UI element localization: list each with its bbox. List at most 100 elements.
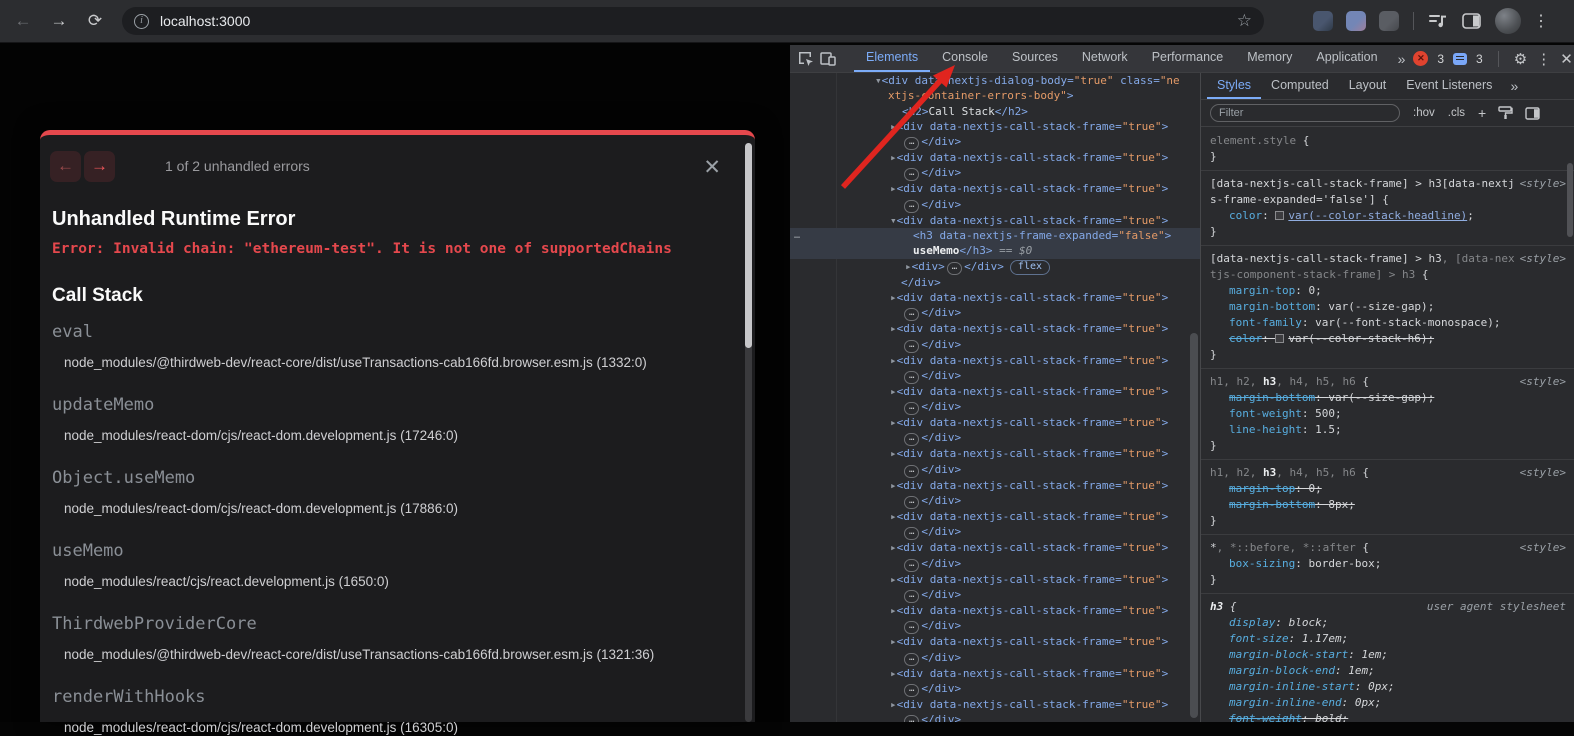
dom-tree-line[interactable]: ▸<div data-nextjs-call-stack-frame="true… xyxy=(790,603,1200,618)
css-property[interactable]: margin-top: 0; xyxy=(1210,283,1566,299)
dom-tree-line[interactable]: …</div> xyxy=(790,524,1200,540)
dom-tree-line[interactable]: ▸<div data-nextjs-call-stack-frame="true… xyxy=(790,384,1200,399)
rule-origin-link[interactable]: <style> xyxy=(1520,540,1566,556)
css-property[interactable]: margin-inline-end: 0px; xyxy=(1210,695,1566,711)
collapsed-content-ellipsis-icon[interactable]: … xyxy=(904,137,919,150)
dom-tree-line[interactable]: ▸<div data-nextjs-call-stack-frame="true… xyxy=(790,415,1200,430)
computed-sidebar-toggle[interactable] xyxy=(1525,107,1540,120)
collapsed-content-ellipsis-icon[interactable]: … xyxy=(904,496,919,509)
extension-icon[interactable] xyxy=(1346,11,1366,31)
dom-tree-line[interactable]: …<h3 data-nextjs-frame-expanded="false"> xyxy=(790,228,1200,243)
styles-tab-event-listeners[interactable]: Event Listeners xyxy=(1396,73,1502,99)
collapsed-content-ellipsis-icon[interactable]: … xyxy=(947,262,962,275)
style-rule[interactable]: <style>h1, h2, h3, h4, h5, h6 {margin-bo… xyxy=(1201,369,1574,460)
pseudo-state-toggle[interactable]: :hov xyxy=(1413,107,1435,119)
devtools-tab-elements[interactable]: Elements xyxy=(854,45,930,72)
collapsed-content-ellipsis-icon[interactable]: … xyxy=(904,402,919,415)
collapsed-content-ellipsis-icon[interactable]: … xyxy=(904,308,919,321)
color-swatch[interactable] xyxy=(1275,334,1284,343)
dom-tree-line[interactable]: ▸<div data-nextjs-call-stack-frame="true… xyxy=(790,353,1200,368)
devtools-tab-network[interactable]: Network xyxy=(1070,45,1140,72)
site-info-icon[interactable]: i xyxy=(134,14,149,29)
css-property[interactable]: font-size: 1.17em; xyxy=(1210,631,1566,647)
collapsed-content-ellipsis-icon[interactable]: … xyxy=(904,715,919,722)
rule-origin-link[interactable]: <style> xyxy=(1520,251,1566,267)
new-style-rule-button[interactable]: + xyxy=(1478,105,1486,121)
styles-filter-input[interactable] xyxy=(1210,104,1400,122)
dom-tree-line[interactable]: …</div> xyxy=(790,134,1200,150)
devtools-tab-memory[interactable]: Memory xyxy=(1235,45,1304,72)
dom-tree-line[interactable]: ▸<div data-nextjs-call-stack-frame="true… xyxy=(790,572,1200,587)
dom-tree-line[interactable]: ▸<div data-nextjs-call-stack-frame="true… xyxy=(790,697,1200,712)
css-property[interactable]: display: block; xyxy=(1210,615,1566,631)
extension-icon[interactable] xyxy=(1379,11,1399,31)
dom-tree-line[interactable]: xtjs-container-errors-body"> xyxy=(790,88,1200,103)
css-property[interactable]: margin-block-start: 1em; xyxy=(1210,647,1566,663)
close-dialog-button[interactable]: ✕ xyxy=(703,157,721,178)
style-rule[interactable]: element.style {} xyxy=(1201,128,1574,171)
collapsed-content-ellipsis-icon[interactable]: … xyxy=(904,371,919,384)
console-errors-icon[interactable]: ✕ xyxy=(1413,51,1428,66)
rule-origin-link[interactable]: <style> xyxy=(1520,465,1566,481)
forward-button[interactable]: → xyxy=(46,8,72,34)
issues-icon[interactable] xyxy=(1453,53,1467,65)
dom-tree-line[interactable]: useMemo</h3> == $0 xyxy=(790,243,1200,258)
dom-tree-line[interactable]: ▸<div data-nextjs-call-stack-frame="true… xyxy=(790,634,1200,649)
more-panels-button[interactable]: » xyxy=(1390,51,1414,67)
rule-origin-link[interactable]: <style> xyxy=(1520,374,1566,390)
browser-menu-button[interactable]: ⋮ xyxy=(1533,11,1549,31)
styles-tab-styles[interactable]: Styles xyxy=(1207,73,1261,99)
dom-tree-line[interactable]: ▸<div>…</div>flex xyxy=(790,259,1200,275)
flex-adorner-badge[interactable]: flex xyxy=(1010,260,1050,275)
collapsed-content-ellipsis-icon[interactable]: … xyxy=(904,168,919,181)
dom-tree-line[interactable]: ▸<div data-nextjs-call-stack-frame="true… xyxy=(790,540,1200,555)
devtools-menu-button[interactable]: ⋮ xyxy=(1536,50,1551,68)
dom-tree-line[interactable]: ▸<div data-nextjs-call-stack-frame="true… xyxy=(790,181,1200,196)
dom-tree-line[interactable]: <h2>Call Stack</h2> xyxy=(790,104,1200,119)
devtools-tab-sources[interactable]: Sources xyxy=(1000,45,1070,72)
collapsed-content-ellipsis-icon[interactable]: … xyxy=(904,621,919,634)
reload-button[interactable]: ⟳ xyxy=(82,8,108,34)
styles-scrollbar-thumb[interactable] xyxy=(1567,163,1573,237)
previous-error-button[interactable]: ← xyxy=(50,151,81,182)
dialog-scrollbar-track[interactable] xyxy=(745,143,752,722)
collapsed-content-ellipsis-icon[interactable]: … xyxy=(904,200,919,213)
url-text[interactable]: localhost:3000 xyxy=(160,13,1237,29)
devtools-tab-application[interactable]: Application xyxy=(1304,45,1389,72)
more-style-tabs-button[interactable]: » xyxy=(1502,78,1526,94)
dom-tree-line[interactable]: …</div> xyxy=(790,305,1200,321)
devtools-tab-console[interactable]: Console xyxy=(930,45,1000,72)
dom-tree-line[interactable]: …</div> xyxy=(790,462,1200,478)
dom-tree-line[interactable]: </div> xyxy=(790,275,1200,290)
style-rule[interactable]: <style>h1, h2, h3, h4, h5, h6 {margin-to… xyxy=(1201,460,1574,535)
css-property[interactable]: line-height: 1.5; xyxy=(1210,422,1566,438)
style-rule[interactable]: <style>[data-nextjs-call-stack-frame] > … xyxy=(1201,246,1574,369)
css-property[interactable]: margin-bottom: var(--size-gap); xyxy=(1210,390,1566,406)
dom-tree-line[interactable]: …</div> xyxy=(790,650,1200,666)
css-property[interactable]: font-weight: bold; xyxy=(1210,711,1566,722)
css-property[interactable]: margin-bottom: 8px; xyxy=(1210,497,1566,513)
dom-tree-line[interactable]: …</div> xyxy=(790,197,1200,213)
devtools-close-button[interactable]: ✕ xyxy=(1560,50,1573,68)
styles-tab-layout[interactable]: Layout xyxy=(1339,73,1397,99)
dom-tree-line[interactable]: ▸<div data-nextjs-call-stack-frame="true… xyxy=(790,446,1200,461)
collapsed-content-ellipsis-icon[interactable]: … xyxy=(904,340,919,353)
style-rule[interactable]: <style>*, *::before, *::after {box-sizin… xyxy=(1201,535,1574,594)
dom-tree-line[interactable]: ▸<div data-nextjs-call-stack-frame="true… xyxy=(790,321,1200,336)
css-property[interactable]: font-weight: 500; xyxy=(1210,406,1566,422)
dom-tree-line[interactable]: ▸<div data-nextjs-call-stack-frame="true… xyxy=(790,150,1200,165)
dom-tree-line[interactable]: …</div> xyxy=(790,618,1200,634)
dom-tree-line[interactable]: ▸<div data-nextjs-call-stack-frame="true… xyxy=(790,666,1200,681)
element-class-toggle[interactable]: .cls xyxy=(1448,107,1465,119)
dialog-scrollbar-thumb[interactable] xyxy=(745,143,752,348)
css-property[interactable]: margin-inline-start: 0px; xyxy=(1210,679,1566,695)
dom-tree-line[interactable]: ▾<div data-nextjs-dialog-body="true" cla… xyxy=(790,73,1200,88)
bookmark-star-icon[interactable]: ☆ xyxy=(1237,11,1252,31)
devtools-tab-performance[interactable]: Performance xyxy=(1140,45,1236,72)
style-rule[interactable]: user agent stylesheeth3 {display: block;… xyxy=(1201,594,1574,722)
dom-tree-line[interactable]: …</div> xyxy=(790,399,1200,415)
css-property[interactable]: box-sizing: border-box; xyxy=(1210,556,1566,572)
elements-scrollbar-thumb[interactable] xyxy=(1190,333,1198,718)
color-swatch[interactable] xyxy=(1275,211,1284,220)
back-button[interactable]: ← xyxy=(10,8,36,34)
